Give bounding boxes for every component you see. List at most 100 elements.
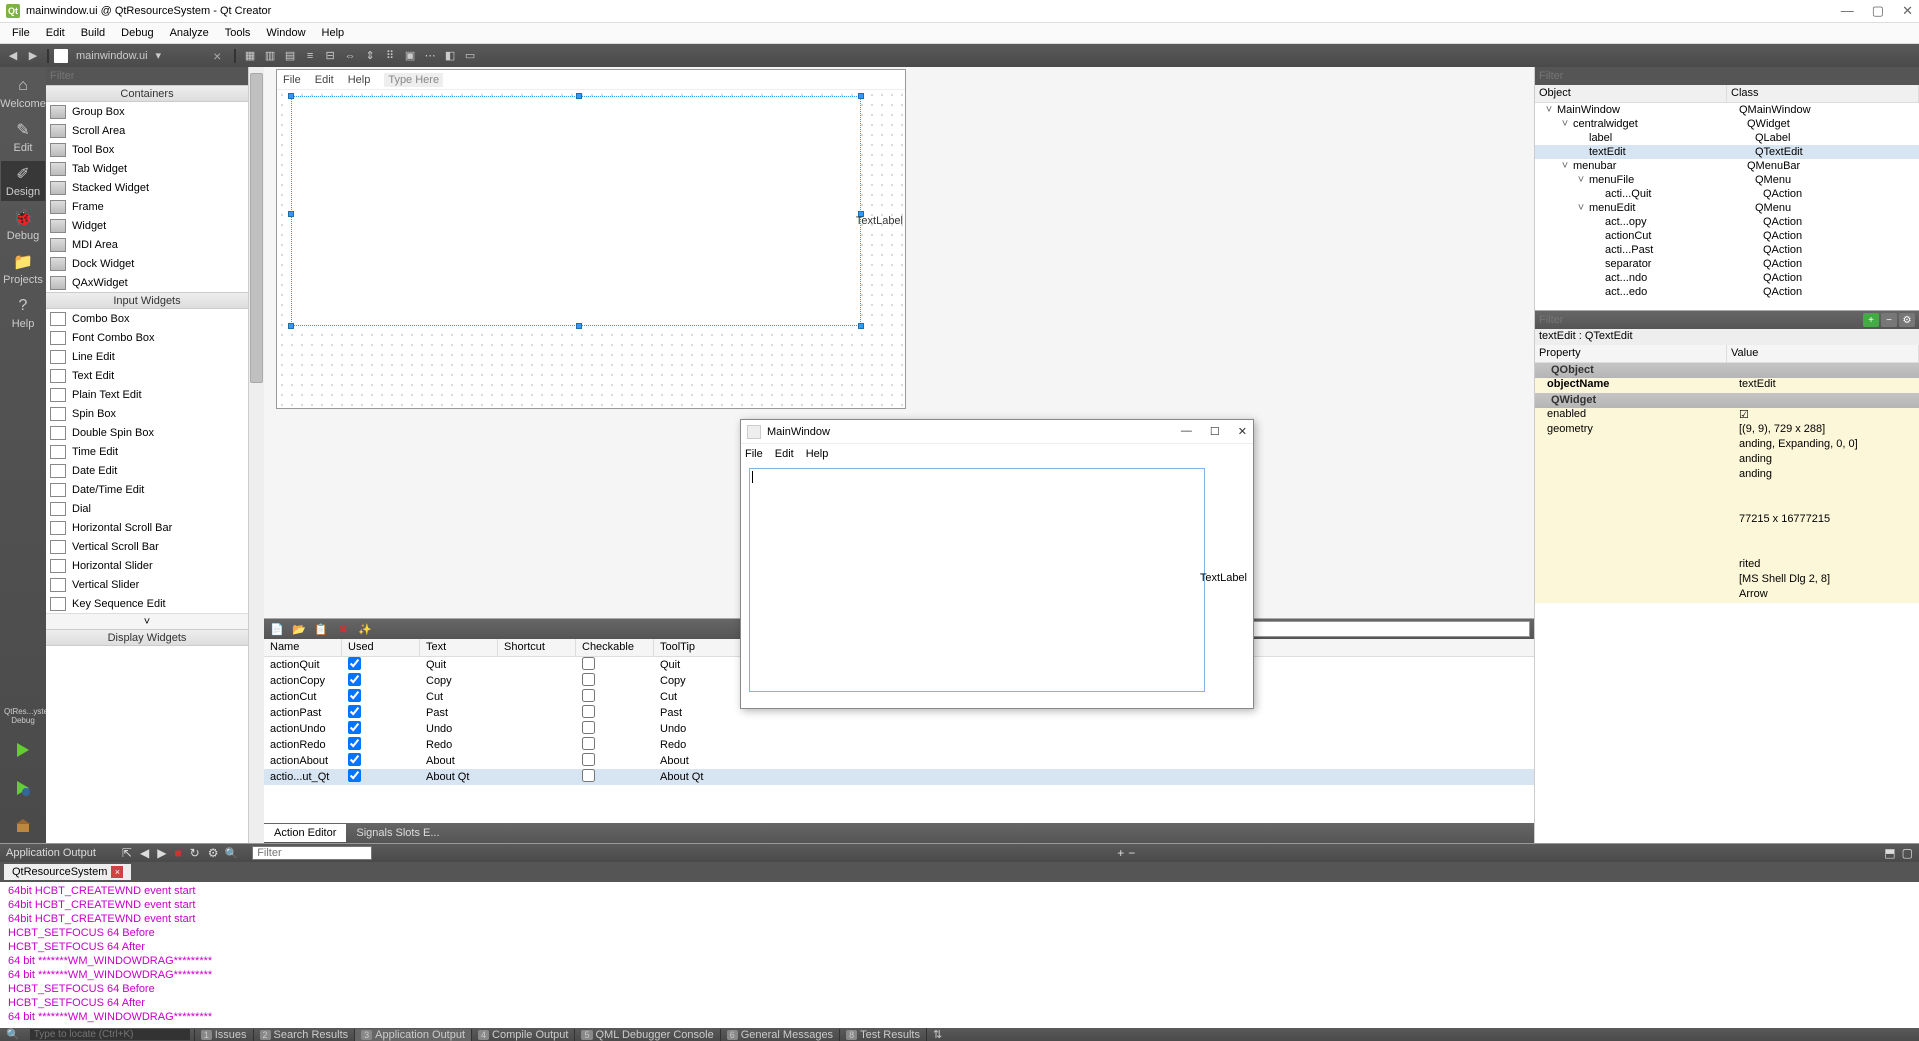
tab-signals-slots[interactable]: Signals Slots E... <box>346 824 449 842</box>
property-row[interactable]: anding <box>1535 468 1919 483</box>
widget-item[interactable]: Line Edit <box>46 347 248 366</box>
object-tree-row[interactable]: actionCutQAction <box>1535 229 1919 243</box>
scroll-down-icon[interactable]: ˅ <box>46 613 248 629</box>
property-row[interactable]: enabled☑ <box>1535 408 1919 423</box>
widget-item[interactable]: Widget <box>46 216 248 235</box>
split-v-icon[interactable]: ⇕ <box>361 47 379 65</box>
fwd-icon[interactable]: ▶ <box>24 47 42 65</box>
close-doc-icon[interactable]: × <box>213 48 229 64</box>
widget-item[interactable]: Date/Time Edit <box>46 480 248 499</box>
objecttree-filter[interactable] <box>1539 70 1915 82</box>
widget-item[interactable]: Horizontal Slider <box>46 556 248 575</box>
object-tree-row[interactable]: acti...PastQAction <box>1535 243 1919 257</box>
widget-item[interactable]: Stacked Widget <box>46 178 248 197</box>
resize-handle[interactable] <box>576 93 582 99</box>
status-panel-button[interactable]: 6General Messages <box>720 1029 839 1041</box>
float-menu-file[interactable]: File <box>745 448 763 460</box>
widget-item[interactable]: Tool Box <box>46 140 248 159</box>
float-textedit[interactable] <box>749 468 1205 692</box>
status-more-icon[interactable]: ⇅ <box>926 1028 948 1041</box>
cat-display-widgets[interactable]: Display Widgets <box>46 629 248 646</box>
resize-handle[interactable] <box>858 323 864 329</box>
checkable-checkbox[interactable] <box>582 721 595 734</box>
property-row[interactable]: objectNametextEdit <box>1535 378 1919 393</box>
widget-item[interactable]: Scroll Area <box>46 121 248 140</box>
float-menu-edit[interactable]: Edit <box>775 448 794 460</box>
layout-form-icon[interactable]: ≡ <box>301 47 319 65</box>
form-typehere[interactable]: Type Here <box>384 73 443 87</box>
used-checkbox[interactable] <box>348 673 361 686</box>
menu-debug[interactable]: Debug <box>113 25 161 41</box>
remove-prop-icon[interactable]: − <box>1881 313 1897 327</box>
float-min-icon[interactable]: — <box>1181 425 1192 438</box>
mode-projects[interactable]: 📁Projects <box>1 249 45 289</box>
form-textedit[interactable]: TextLabel <box>291 96 861 326</box>
property-row[interactable] <box>1535 528 1919 543</box>
used-checkbox[interactable] <box>348 753 361 766</box>
widget-item[interactable]: Spin Box <box>46 404 248 423</box>
object-tree-row[interactable]: act...ndoQAction <box>1535 271 1919 285</box>
used-checkbox[interactable] <box>348 769 361 782</box>
widget-item[interactable]: Vertical Slider <box>46 575 248 594</box>
property-row[interactable]: anding, Expanding, 0, 0] <box>1535 438 1919 453</box>
resize-handle[interactable] <box>288 93 294 99</box>
resize-handle[interactable] <box>288 323 294 329</box>
property-row[interactable]: 77215 x 16777215 <box>1535 513 1919 528</box>
action-row[interactable]: actionAboutAboutAbout <box>264 753 1534 769</box>
output-tab[interactable]: QtResourceSystem × <box>4 864 131 880</box>
checkable-checkbox[interactable] <box>582 689 595 702</box>
mode-edit[interactable]: ✎Edit <box>1 117 45 157</box>
property-category[interactable]: QWidget <box>1535 393 1919 408</box>
cat-input-widgets[interactable]: Input Widgets <box>46 292 248 309</box>
menu-tools[interactable]: Tools <box>217 25 259 41</box>
add-prop-icon[interactable]: + <box>1863 313 1879 327</box>
layout-h-icon[interactable]: ▦ <box>241 47 259 65</box>
property-row[interactable] <box>1535 498 1919 513</box>
widget-item[interactable]: Text Edit <box>46 366 248 385</box>
widgetbox-filter[interactable] <box>50 70 244 82</box>
object-tree-row[interactable]: labelQLabel <box>1535 131 1919 145</box>
run-debug-button[interactable] <box>9 774 37 802</box>
wand-icon[interactable]: ✨ <box>356 621 374 637</box>
console-output[interactable]: 64bit HCBT_CREATEWND event start64bit HC… <box>0 882 1919 1028</box>
close-tab-icon[interactable]: × <box>111 866 123 878</box>
resize-handle[interactable] <box>576 323 582 329</box>
preview-icon[interactable]: ◧ <box>441 47 459 65</box>
property-row[interactable]: anding <box>1535 453 1919 468</box>
grid-icon[interactable]: ⠿ <box>381 47 399 65</box>
cat-containers[interactable]: Containers <box>46 85 248 102</box>
float-close-icon[interactable]: ✕ <box>1238 425 1247 438</box>
minimize-icon[interactable]: — <box>1841 3 1854 19</box>
widget-item[interactable]: Dock Widget <box>46 254 248 273</box>
locator-input[interactable] <box>34 1029 186 1040</box>
maximize-panel-icon[interactable]: ⬒ <box>1884 846 1895 860</box>
object-tree-row[interactable]: textEditQTextEdit <box>1535 145 1919 159</box>
resize-handle[interactable] <box>288 211 294 217</box>
object-tree-row[interactable]: acti...QuitQAction <box>1535 187 1919 201</box>
used-checkbox[interactable] <box>348 705 361 718</box>
widget-item[interactable]: Horizontal Scroll Bar <box>46 518 248 537</box>
widget-item[interactable]: QAxWidget <box>46 273 248 292</box>
menu-help[interactable]: Help <box>314 25 353 41</box>
checkable-checkbox[interactable] <box>582 705 595 718</box>
widget-item[interactable]: Plain Text Edit <box>46 385 248 404</box>
property-row[interactable]: geometry[(9, 9), 729 x 288] <box>1535 423 1919 438</box>
widget-item[interactable]: MDI Area <box>46 235 248 254</box>
status-panel-button[interactable]: 8Test Results <box>839 1029 926 1041</box>
next-icon[interactable]: ▶ <box>157 846 166 860</box>
widget-item[interactable]: Date Edit <box>46 461 248 480</box>
kit-selector[interactable]: QtRes...ystem Debug <box>2 705 44 729</box>
locator-icon[interactable]: 🔍 <box>0 1028 26 1041</box>
new-action-icon[interactable]: 📄 <box>268 621 286 637</box>
settings-icon[interactable]: ⚙ <box>208 846 219 860</box>
form-menu-edit[interactable]: Edit <box>315 74 334 86</box>
prev-icon[interactable]: ◀ <box>140 846 149 860</box>
status-panel-button[interactable]: 5QML Debugger Console <box>574 1029 719 1041</box>
zoom-out-icon[interactable]: − <box>1128 846 1135 860</box>
float-menu-help[interactable]: Help <box>806 448 829 460</box>
float-max-icon[interactable]: ☐ <box>1210 425 1220 438</box>
tab-icon[interactable]: ▭ <box>461 47 479 65</box>
close-icon[interactable]: ✕ <box>1902 3 1913 19</box>
mode-debug[interactable]: 🐞Debug <box>1 205 45 245</box>
property-category[interactable]: QObject <box>1535 363 1919 378</box>
